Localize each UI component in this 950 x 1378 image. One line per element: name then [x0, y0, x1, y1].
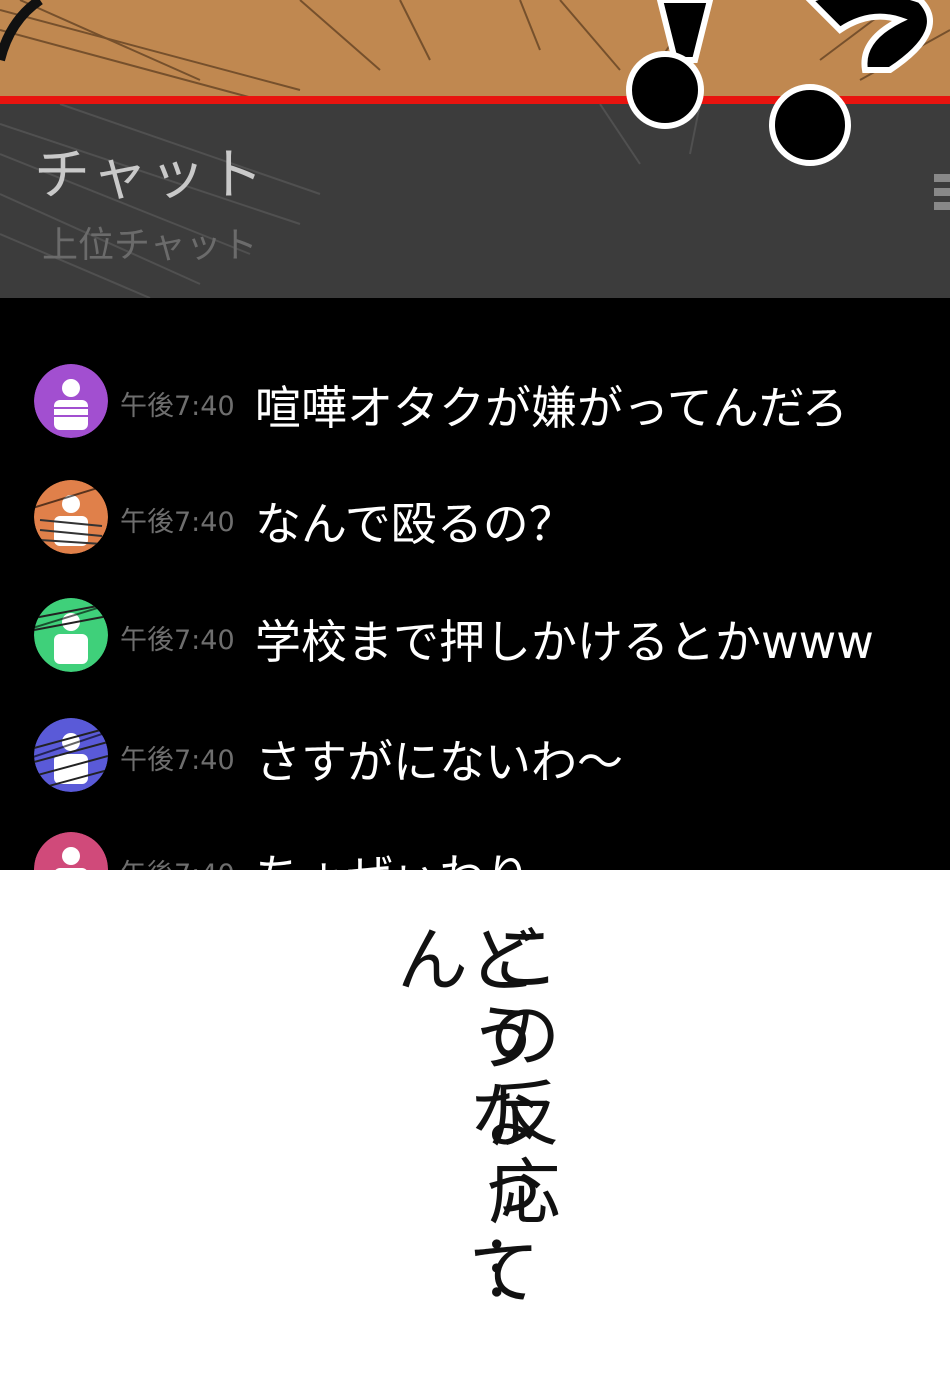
chat-message: 午後7:40 ちょぜぃわり: [0, 830, 950, 870]
chat-title: チャット: [34, 143, 266, 208]
narration-line-2: どうなってん: [384, 922, 540, 1312]
message-time: 午後7:40: [120, 507, 235, 538]
user-avatar-icon[interactable]: [34, 598, 108, 672]
narration-panel: この反応… どうなってん: [0, 870, 950, 1378]
message-text: 喧嘩オタクが嫌がってんだろ: [255, 381, 848, 435]
message-text: さすがにないわ〜: [255, 735, 623, 789]
message-text: なんで殴るの？: [255, 497, 575, 551]
chat-message-list[interactable]: 午後7:40 喧嘩オタクが嫌がってんだろ 午後7:40 なんで殴るの？ 午後7:…: [0, 298, 950, 870]
chat-message: 午後7:40 学校まで押しかけるとかwww: [0, 596, 950, 676]
message-time: 午後7:40: [120, 852, 235, 870]
user-avatar-icon[interactable]: [34, 480, 108, 554]
chat-subtitle-top-chat[interactable]: 上位チャット: [42, 216, 258, 268]
message-time: 午後7:40: [120, 745, 235, 776]
chat-message: 午後7:40 さすがにないわ〜: [0, 716, 950, 796]
message-text: ちょぜぃわり: [255, 840, 531, 870]
chat-message: 午後7:40 なんで殴るの？: [0, 478, 950, 558]
message-time: 午後7:40: [120, 625, 235, 656]
message-time: 午後7:40: [120, 391, 235, 422]
interrobang-mark: [626, 0, 933, 166]
user-avatar-icon[interactable]: [34, 718, 108, 792]
chat-message: 午後7:40 喧嘩オタクが嫌がってんだろ: [0, 362, 950, 442]
user-avatar-icon[interactable]: [34, 832, 108, 870]
message-text: 学校まで押しかけるとかwww: [255, 615, 874, 669]
menu-icon[interactable]: [930, 174, 950, 224]
user-avatar-icon[interactable]: [34, 364, 108, 438]
